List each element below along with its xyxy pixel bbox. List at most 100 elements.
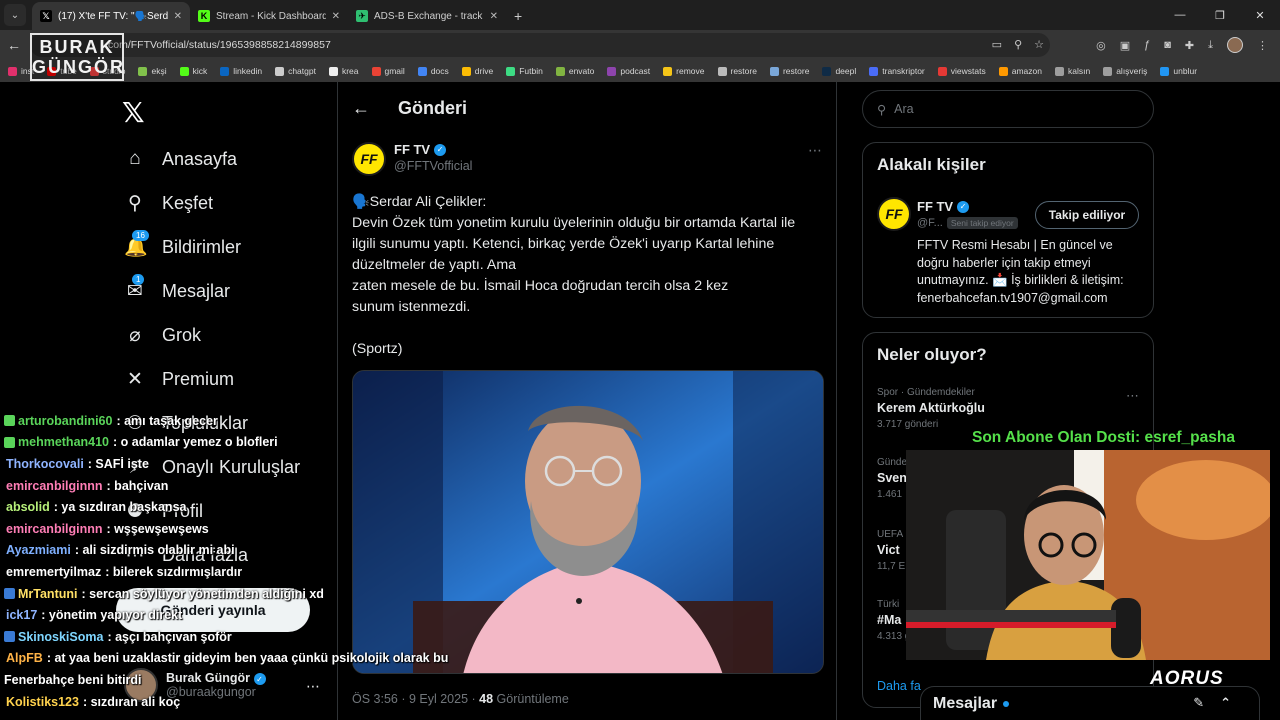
sidebar-item-mail[interactable]: ✉ 1 Mesajlar [124, 269, 300, 313]
bookmark-item[interactable]: linkedin [220, 66, 262, 76]
bookmark-favicon-icon [506, 66, 516, 76]
zoom-icon[interactable]: ⚲ [1014, 38, 1022, 51]
bookmark-item[interactable]: deepl [822, 66, 856, 76]
bookmark-item[interactable]: chatgpt [275, 66, 316, 76]
extension-image-icon[interactable]: ▣ [1120, 39, 1130, 52]
bookmark-item[interactable]: envato [555, 66, 594, 76]
profile-avatar[interactable] [1227, 37, 1243, 53]
chat-text: : bahçivan [106, 478, 169, 493]
post-media-image[interactable] [352, 370, 824, 674]
browser-tab[interactable]: 𝕏 (17) X'te FF TV: "🗣️Serdar Ali Ç ✕ [32, 2, 190, 30]
new-tab-button[interactable]: + [514, 8, 522, 24]
maximize-button[interactable]: ❐ [1200, 9, 1240, 22]
bookmark-item[interactable]: alışveriş [1103, 66, 1147, 76]
author-avatar[interactable]: FF [352, 142, 386, 176]
chat-username: Kolistiks123 [6, 694, 79, 709]
x-logo-icon[interactable]: 𝕏 [122, 96, 145, 129]
webcam-overlay [906, 450, 1270, 660]
download-icon[interactable]: ⤓ [1208, 39, 1213, 52]
bookmark-item[interactable]: kalsın [1054, 66, 1090, 76]
bookmark-item[interactable]: unblur [1160, 66, 1197, 76]
trend-count: 11,7 E [877, 561, 906, 572]
author-name[interactable]: FF TV ✓ [394, 142, 472, 157]
bookmark-item[interactable]: docs [417, 66, 449, 76]
related-avatar[interactable]: FF [877, 197, 911, 231]
x-icon: ✕ [127, 368, 143, 390]
trend-meta: Günde [877, 457, 908, 468]
bookmark-item[interactable]: restore [717, 66, 757, 76]
related-title: Alakalı kişiler [877, 155, 986, 174]
bookmark-item[interactable]: krea [328, 66, 359, 76]
bookmark-item[interactable]: amazon [998, 66, 1042, 76]
bookmark-item[interactable]: Futbin [506, 66, 543, 76]
tab-title: ADS-B Exchange - track aircraft [374, 10, 484, 22]
post-text-line: ilgili sunumu yaptı. Ketenci, birkaç yer… [352, 236, 775, 252]
extension-puzzle-icon[interactable]: ✚ [1185, 39, 1194, 52]
bookmark-item[interactable]: transkriptor [869, 66, 925, 76]
address-bar[interactable]: com/FFTVofficial/status/1965398858214899… [30, 33, 1050, 57]
messages-drawer[interactable]: Mesajlar ✎ ⌃ [920, 686, 1260, 720]
browser-back-button[interactable]: ← [0, 37, 28, 53]
window-controls: — ❐ ✕ [1160, 0, 1280, 30]
extension-font-icon[interactable]: ƒ [1144, 39, 1150, 51]
menu-kebab-icon[interactable]: ⋮ [1257, 39, 1268, 52]
trend-item[interactable]: Spor · Gündemdekiler Kerem Aktürkoğlu 3.71… [877, 387, 985, 430]
bookmark-favicon-icon [179, 66, 189, 76]
extension-camera-icon[interactable]: ◙ [1164, 39, 1171, 51]
search-input[interactable]: ⚲ Ara [862, 90, 1154, 128]
close-window-button[interactable]: ✕ [1240, 9, 1280, 22]
following-button[interactable]: Takip ediliyor [1035, 201, 1139, 229]
bookmark-item[interactable]: kick [179, 66, 207, 76]
cast-icon[interactable]: ▭ [992, 38, 1002, 51]
browser-tab[interactable]: ✈ ADS-B Exchange - track aircraft ✕ [348, 2, 506, 30]
tab-favicon-icon: K [198, 10, 210, 22]
bookmark-favicon-icon [1054, 66, 1064, 76]
sidebar-item-home[interactable]: ⌂ Anasayfa [124, 137, 300, 181]
sidebar-item-grok[interactable]: ⌀ Grok [124, 313, 300, 357]
chat-username: emremertyilmaz [6, 564, 102, 579]
extension-glasses-icon[interactable]: ◎ [1096, 39, 1106, 52]
bookmark-item[interactable]: remove [663, 66, 705, 76]
trend-item[interactable]: Günde Sven 1.461 [877, 457, 907, 500]
sidebar-item-x[interactable]: ✕ Premium [124, 357, 300, 401]
star-icon[interactable]: ☆ [1034, 38, 1044, 51]
sidebar-item-bell[interactable]: 🔔 16 Bildirimler [124, 225, 300, 269]
bookmark-favicon-icon [138, 66, 148, 76]
related-name[interactable]: FF TV ✓ [917, 199, 970, 214]
bookmark-favicon-icon [717, 66, 727, 76]
chat-text: : wşşewşewşews [106, 521, 209, 536]
tab-search-dropdown[interactable]: ⌄ [4, 4, 26, 26]
bio-line: fenerbahcefan.tv1907@gmail.com [917, 290, 1108, 305]
back-arrow-icon[interactable]: ← [352, 98, 370, 119]
expand-icon[interactable]: ⌃ [1220, 695, 1231, 711]
browser-toolbar: ← com/FFTVofficial/status/19653988582148… [0, 30, 1280, 60]
bookmark-item[interactable]: podcast [607, 66, 650, 76]
tab-close-icon[interactable]: ✕ [332, 11, 340, 22]
bookmark-item[interactable]: restore [769, 66, 809, 76]
bookmark-item[interactable]: gmail [371, 66, 405, 76]
tab-close-icon[interactable]: ✕ [174, 11, 182, 22]
bookmarks-bar: inst tube studio ekşi kick linkedin chatgpt kre… [0, 60, 1280, 82]
browser-tab[interactable]: K Stream - Kick Dashboard ✕ [190, 2, 348, 30]
bookmark-item[interactable]: ekşi [138, 66, 167, 76]
sidebar-item-search[interactable]: ⚲ Keşfet [124, 181, 300, 225]
chat-text: : at yaa beni uzaklastir gideyim ben yaa… [46, 651, 449, 666]
search-icon: ⚲ [877, 102, 887, 117]
bookmark-item[interactable]: drive [461, 66, 493, 76]
new-message-icon[interactable]: ✎ [1193, 695, 1204, 711]
minimize-button[interactable]: — [1160, 9, 1200, 21]
post-header: ← Gönderi [352, 98, 467, 119]
post-more-icon[interactable]: ⋯ [808, 142, 822, 159]
tab-close-icon[interactable]: ✕ [490, 11, 498, 22]
show-more-link[interactable]: Daha fa [877, 679, 921, 693]
webcam-feed-illustration [906, 450, 1270, 660]
trend-more-icon[interactable]: ⋯ [1126, 388, 1139, 404]
chat-text: : ya sızdıran başkansa [53, 500, 187, 515]
trend-item[interactable]: UEFA Vict 11,7 E [877, 529, 905, 572]
sidebar-item-label: Grok [162, 324, 202, 345]
chat-username: AlpFB [6, 651, 43, 666]
bookmark-item[interactable]: viewstats [937, 66, 986, 76]
bookmark-favicon-icon [607, 66, 617, 76]
post-author[interactable]: FF FF TV ✓ @FFTVofficial [352, 142, 472, 176]
sidebar-item-label: Keşfet [162, 192, 214, 213]
